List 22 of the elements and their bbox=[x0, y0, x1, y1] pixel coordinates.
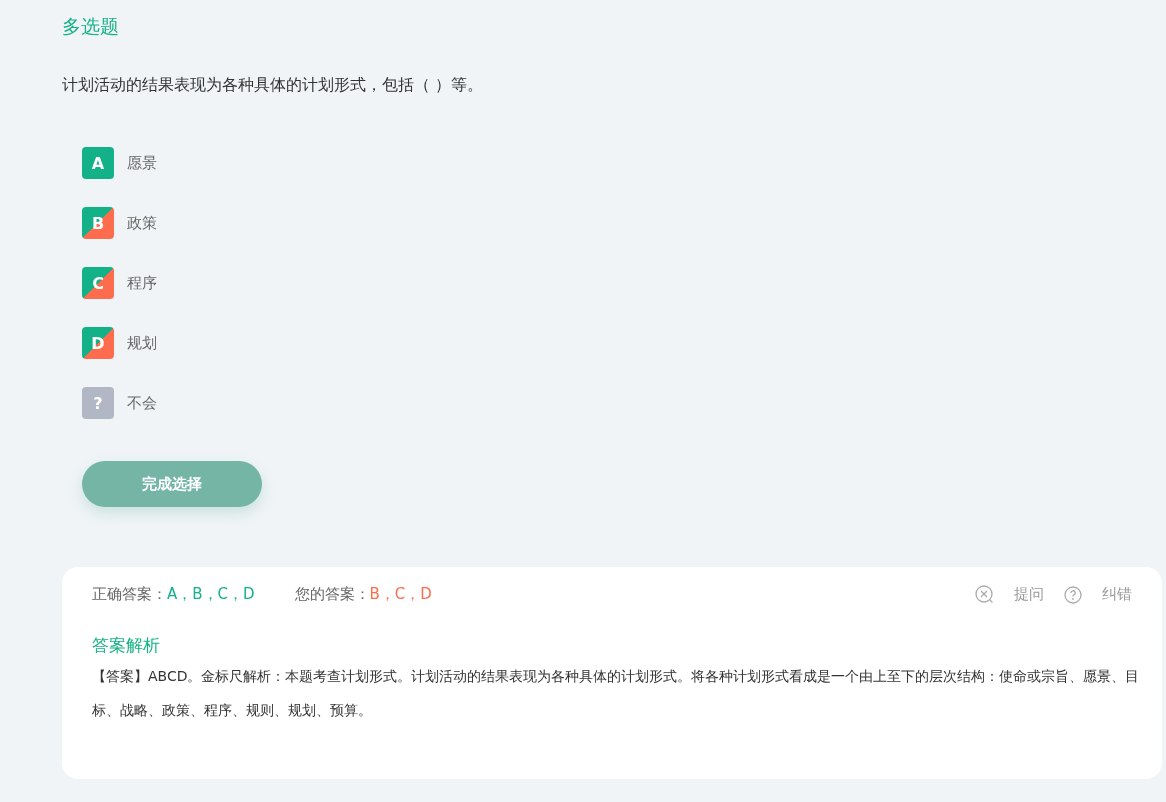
option-text[interactable]: 规划 bbox=[127, 333, 157, 353]
option-letter[interactable]: D bbox=[82, 327, 114, 359]
your-answer-label: 您的答案： bbox=[294, 585, 370, 604]
action-link[interactable]: 提问 bbox=[1014, 585, 1044, 604]
option-text[interactable]: 政策 bbox=[127, 213, 157, 233]
question-type: 多选题 bbox=[62, 14, 120, 39]
close-circle-icon bbox=[975, 585, 994, 604]
your-answer-value: B，C，D bbox=[369, 585, 432, 604]
option-text[interactable]: 不会 bbox=[127, 393, 157, 413]
option-letter[interactable]: A bbox=[82, 147, 114, 179]
analysis-title: 答案解析 bbox=[92, 634, 161, 657]
action-link[interactable]: 纠错 bbox=[1102, 585, 1132, 604]
option-text[interactable]: 愿景 bbox=[127, 153, 157, 173]
correct-answer-value: A，B，C，D bbox=[167, 585, 255, 604]
help-icon bbox=[1064, 585, 1082, 604]
correct-answer-label: 正确答案： bbox=[92, 585, 167, 604]
option-letter[interactable]: ? bbox=[82, 387, 114, 419]
option-text[interactable]: 程序 bbox=[127, 273, 157, 293]
analysis-text: 【答案】ABCD。金标尺解析：本题考查计划形式。计划活动的结果表现为各种具体的计划形式。将各种计划形式看成是一个由上至下的层次结构：使命或宗旨、愿景、目标、战略、政策、程序、规则、规划、预算。 bbox=[92, 667, 1141, 720]
option-letter[interactable]: C bbox=[82, 267, 114, 299]
submit-button[interactable]: 完成选择 bbox=[82, 461, 262, 507]
question-text: 计划活动的结果表现为各种具体的计划形式，包括（ ）等。 bbox=[62, 74, 485, 96]
